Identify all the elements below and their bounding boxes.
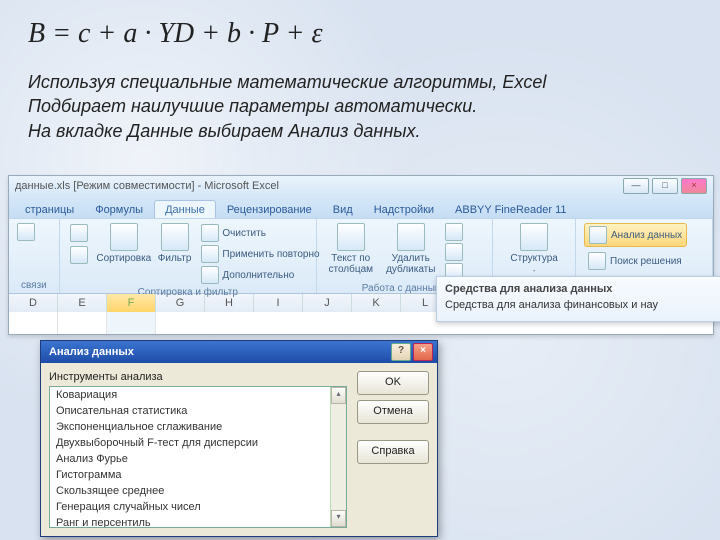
scrollbar-down-button[interactable]: ▾ (331, 510, 346, 527)
data-analysis-icon (589, 226, 607, 244)
tooltip-analysis-tools: Средства для анализа данных Средства для… (436, 276, 720, 322)
text-to-columns-button[interactable]: Текст постолбцам (325, 223, 377, 275)
tab-abbyy[interactable]: ABBYY FineReader 11 (445, 201, 577, 218)
list-item[interactable]: Генерация случайных чисел (50, 499, 346, 515)
data-validation-icon[interactable] (445, 223, 463, 241)
column-header[interactable]: J (303, 294, 352, 312)
formula-text: B = c + a · YD + b · P + ε (28, 18, 323, 50)
advanced-icon (201, 266, 219, 284)
solver-button[interactable]: Поиск решения (584, 250, 686, 272)
filter-label: Фильтр (158, 253, 192, 264)
filter-button[interactable]: Фильтр (158, 223, 192, 264)
consolidate-icon[interactable] (445, 243, 463, 261)
sort-icon (110, 223, 138, 251)
refresh-icon[interactable] (17, 223, 35, 241)
list-item[interactable]: Ковариация (50, 387, 346, 403)
tab-addins[interactable]: Надстройки (364, 201, 444, 218)
ribbon-tabs: страницы Формулы Данные Рецензирование В… (9, 196, 713, 218)
data-analysis-button[interactable]: Анализ данных (584, 223, 687, 247)
sort-desc-button[interactable] (68, 245, 90, 265)
dialog-list-label: Инструменты анализа (49, 371, 347, 383)
reapply-icon (201, 245, 219, 263)
text-to-columns-icon (337, 223, 365, 251)
tab-view[interactable]: Вид (323, 201, 363, 218)
list-item[interactable]: Экспоненциальное сглаживание (50, 419, 346, 435)
window-titlebar: данные.xls [Режим совместимости] - Micro… (9, 176, 713, 196)
group-label-links: связи (17, 280, 51, 291)
dialog-title-text: Анализ данных (49, 346, 134, 358)
window-minimize-button[interactable]: — (623, 178, 649, 194)
sort-button[interactable]: Сортировка (98, 223, 150, 264)
list-item[interactable]: Гистограмма (50, 467, 346, 483)
tab-review[interactable]: Рецензирование (217, 201, 322, 218)
column-header[interactable]: D (9, 294, 58, 312)
window-close-button[interactable]: × (681, 178, 707, 194)
tab-page-layout[interactable]: страницы (15, 201, 84, 218)
data-analysis-dialog: Анализ данных ? × Инструменты анализа Ко… (40, 340, 438, 537)
scrollbar-up-button[interactable]: ▴ (331, 387, 346, 404)
list-item[interactable]: Описательная статистика (50, 403, 346, 419)
clear-filter-button[interactable]: Очистить (199, 223, 321, 243)
reapply-filter-button[interactable]: Применить повторно (199, 244, 321, 264)
tooltip-body: Средства для анализа финансовых и нау (445, 299, 720, 311)
list-item[interactable]: Скользящее среднее (50, 483, 346, 499)
tab-formulas[interactable]: Формулы (85, 201, 153, 218)
column-header[interactable]: G (156, 294, 205, 312)
column-header[interactable]: F (107, 294, 156, 312)
sort-asc-icon (70, 224, 88, 242)
dialog-help-button[interactable]: ? (391, 343, 411, 361)
sort-asc-button[interactable] (68, 223, 90, 243)
dialog-help-info-button[interactable]: Справка (357, 440, 429, 464)
advanced-filter-button[interactable]: Дополнительно (199, 265, 321, 285)
caption-line: Используя специальные математические алг… (28, 70, 700, 94)
remove-duplicates-button[interactable]: Удалитьдубликаты (385, 223, 437, 275)
tooltip-title: Средства для анализа данных (445, 283, 720, 295)
list-item[interactable]: Двухвыборочный F-тест для дисперсии (50, 435, 346, 451)
column-header[interactable]: E (58, 294, 107, 312)
sort-label: Сортировка (96, 253, 151, 264)
dialog-close-button[interactable]: × (413, 343, 433, 361)
column-header[interactable]: H (205, 294, 254, 312)
dialog-cancel-button[interactable]: Отмена (357, 400, 429, 424)
tab-data[interactable]: Данные (154, 200, 216, 218)
column-header[interactable]: K (352, 294, 401, 312)
column-header[interactable]: I (254, 294, 303, 312)
window-maximize-button[interactable]: □ (652, 178, 678, 194)
remove-duplicates-icon (397, 223, 425, 251)
list-item[interactable]: Анализ Фурье (50, 451, 346, 467)
list-item[interactable]: Ранг и персентиль (50, 515, 346, 528)
structure-button[interactable]: Структура - (508, 223, 560, 275)
scrollbar-track[interactable] (331, 404, 346, 510)
window-title: данные.xls [Режим совместимости] - Micro… (15, 180, 279, 192)
caption-line: Подбирает наилучшие параметры автоматиче… (28, 94, 700, 118)
filter-icon (161, 223, 189, 251)
clear-icon (201, 224, 219, 242)
sort-desc-icon (70, 246, 88, 264)
solver-icon (588, 252, 606, 270)
dialog-ok-button[interactable]: OK (357, 371, 429, 395)
dialog-titlebar[interactable]: Анализ данных ? × (41, 341, 437, 363)
structure-icon (520, 223, 548, 251)
listbox-scrollbar[interactable]: ▴ ▾ (330, 387, 346, 527)
analysis-tools-listbox[interactable]: КовариацияОписательная статистикаЭкспоне… (49, 386, 347, 528)
caption-block: Используя специальные математические алг… (28, 70, 700, 143)
caption-line: На вкладке Данные выбираем Анализ данных… (28, 119, 700, 143)
